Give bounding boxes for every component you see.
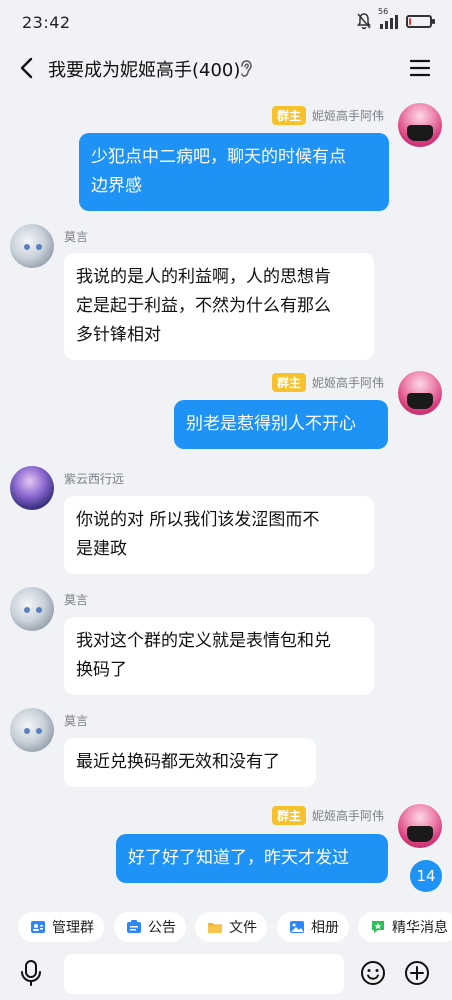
chip-label: 公告 <box>148 920 176 936</box>
microphone-icon[interactable] <box>18 959 44 987</box>
message-bubble[interactable]: 我对这个群的定义就是表情包和兑 换码了 <box>64 617 374 695</box>
sender-name: 紫云西行远 <box>64 472 125 486</box>
sender-name: 莫言 <box>64 230 89 244</box>
avatar[interactable] <box>398 103 442 147</box>
sender-name: 莫言 <box>64 593 89 607</box>
message-line: 多针锋相对 <box>76 325 161 345</box>
avatar[interactable] <box>398 371 442 415</box>
status-icons: 56 <box>356 7 435 30</box>
chip-label: 精华消息 <box>392 920 448 936</box>
essence-icon <box>372 921 384 933</box>
album-icon <box>290 921 304 933</box>
message-line: 换码了 <box>76 660 127 680</box>
announcement-button[interactable]: 公告 <box>114 912 186 942</box>
network-label: 56 <box>378 7 389 16</box>
mute-bell-icon <box>357 13 371 30</box>
essence-messages-button[interactable]: 精华消息 <box>358 912 452 942</box>
ear-icon[interactable] <box>238 59 254 79</box>
sender-name: 群主 妮姬高手阿伟 <box>250 106 384 125</box>
message-bubble[interactable]: 最近兑换码都无效和没有了 <box>64 738 316 787</box>
status-time: 23:42 <box>22 13 71 32</box>
message-line: 我说的是人的利益啊，人的思想肯 <box>76 267 331 287</box>
message-line: 是建政 <box>76 539 127 559</box>
message-line: 别老是惹得别人不开心 <box>186 414 356 434</box>
owner-badge: 群主 <box>271 106 306 125</box>
signal-icon: 56 <box>378 7 398 29</box>
message-bubble[interactable]: 好了好了知道了，昨天才发过 <box>116 834 388 883</box>
avatar[interactable] <box>398 804 442 848</box>
owner-badge: 群主 <box>271 806 306 825</box>
message-line: 定是起于利益，不然为什么有那么 <box>76 296 331 316</box>
quick-actions-bar: 管理群 公告 文件 相册 精华消息 <box>0 904 452 948</box>
chip-label: 管理群 <box>52 920 94 936</box>
emoji-icon[interactable] <box>360 960 386 986</box>
avatar[interactable] <box>10 587 54 631</box>
input-bar <box>0 948 452 1000</box>
message-bubble[interactable]: 你说的对 所以我们该发涩图而不 是建政 <box>64 496 374 574</box>
message-line: 我对这个群的定义就是表情包和兑 <box>76 631 331 651</box>
sender-name: 群主 妮姬高手阿伟 <box>250 373 384 392</box>
message-line: 你说的对 所以我们该发涩图而不 <box>76 510 320 530</box>
chat-header: 我要成为妮姬高手(400) <box>0 46 452 92</box>
message-bubble[interactable]: 少犯点中二病吧，聊天的时候有点 边界感 <box>79 133 389 211</box>
message-bubble[interactable]: 别老是惹得别人不开心 <box>174 400 388 449</box>
battery-level <box>409 17 411 25</box>
owner-badge: 群主 <box>271 373 306 392</box>
message-line: 好了好了知道了，昨天才发过 <box>128 848 349 868</box>
message-line: 边界感 <box>91 176 142 196</box>
avatar[interactable] <box>10 466 54 510</box>
avatar[interactable] <box>10 708 54 752</box>
announcement-icon <box>127 920 141 933</box>
plus-icon[interactable] <box>404 960 430 986</box>
unread-count-badge[interactable]: 14 <box>410 860 442 892</box>
message-bubble[interactable]: 我说的是人的利益啊，人的思想肯 定是起于利益，不然为什么有那么 多针锋相对 <box>64 253 374 360</box>
status-bar: 23:42 56 <box>0 0 452 46</box>
manage-group-button[interactable]: 管理群 <box>18 912 104 942</box>
chat-title[interactable]: 我要成为妮姬高手(400) <box>48 56 240 82</box>
sender-name: 群主 妮姬高手阿伟 <box>250 806 384 825</box>
back-arrow-icon[interactable] <box>14 54 42 82</box>
album-button[interactable]: 相册 <box>277 912 349 942</box>
sender-name: 莫言 <box>64 714 89 728</box>
message-line: 最近兑换码都无效和没有了 <box>76 752 280 772</box>
chip-label: 文件 <box>229 920 257 936</box>
chip-label: 相册 <box>311 920 339 936</box>
folder-icon <box>208 923 222 933</box>
avatar[interactable] <box>10 224 54 268</box>
message-input[interactable] <box>64 954 344 994</box>
battery-icon <box>406 14 435 28</box>
menu-icon[interactable] <box>408 56 432 80</box>
message-line: 少犯点中二病吧，聊天的时候有点 <box>91 147 346 167</box>
manage-group-icon <box>31 921 45 933</box>
files-button[interactable]: 文件 <box>195 912 267 942</box>
